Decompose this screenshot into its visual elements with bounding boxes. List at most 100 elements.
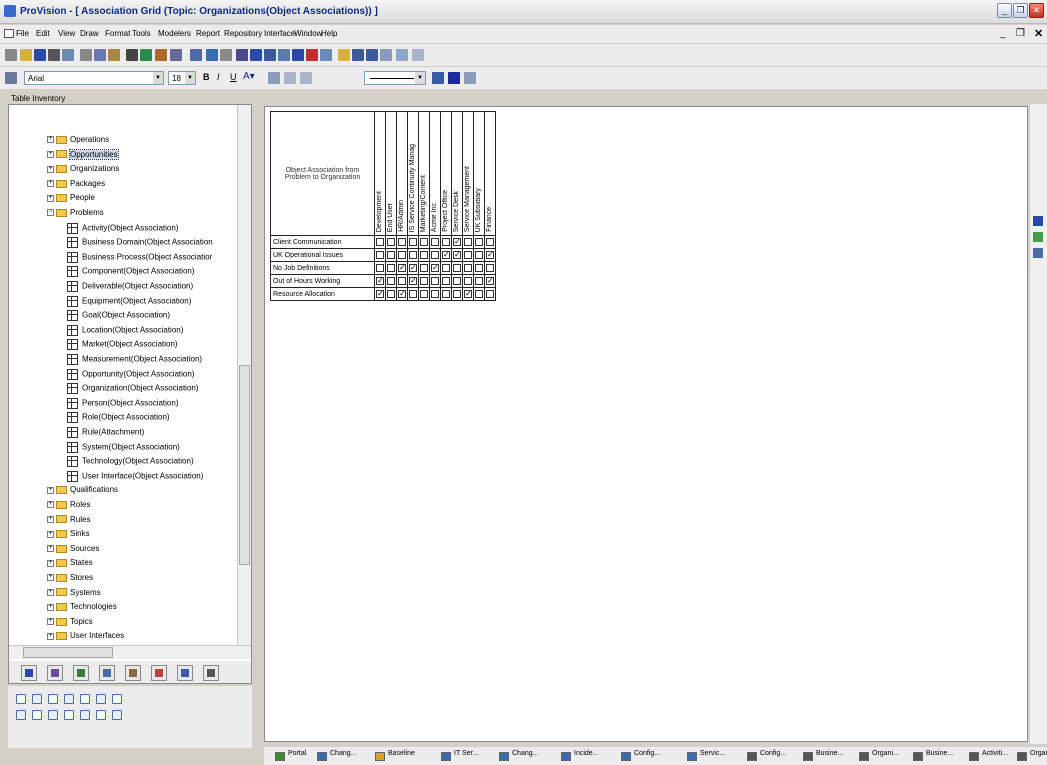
grid-row-header[interactable]: Client Communication — [270, 235, 375, 249]
expand-toggle-icon[interactable]: + — [47, 150, 54, 158]
italic-icon[interactable]: I — [217, 72, 220, 82]
tree-item[interactable]: + Sinks — [47, 529, 90, 543]
expand-toggle-icon[interactable]: + — [47, 559, 54, 567]
menu-modelers[interactable]: Modelers — [158, 29, 191, 38]
palette-shape-icon[interactable] — [32, 710, 42, 720]
association-checkbox[interactable]: ✓ — [464, 290, 472, 298]
expand-toggle-icon[interactable]: − — [47, 209, 54, 217]
expand-toggle-icon[interactable]: + — [47, 486, 54, 494]
tree-item[interactable]: + Qualifications — [47, 485, 118, 499]
tree-item[interactable]: Location(Object Association) — [67, 324, 183, 339]
panel-tab-icon[interactable] — [151, 665, 167, 681]
association-checkbox[interactable] — [376, 251, 384, 259]
properties-icon[interactable] — [1033, 248, 1043, 258]
shadow-icon[interactable] — [464, 72, 476, 84]
association-checkbox[interactable]: ✓ — [398, 264, 406, 272]
expand-toggle-icon[interactable]: + — [47, 194, 54, 202]
association-checkbox[interactable] — [453, 264, 461, 272]
grid-column-header[interactable]: Project Office — [440, 111, 452, 236]
grid-column-header[interactable]: Marketing/Content — [418, 111, 430, 236]
document-tab[interactable]: Chang... — [316, 750, 356, 764]
panel-tab-icon[interactable] — [47, 665, 63, 681]
association-checkbox[interactable]: ✓ — [376, 277, 384, 285]
association-checkbox[interactable] — [376, 238, 384, 246]
association-checkbox[interactable]: ✓ — [486, 251, 494, 259]
association-checkbox[interactable] — [453, 290, 461, 298]
document-tab[interactable]: Config... — [620, 750, 660, 764]
association-checkbox[interactable] — [431, 277, 439, 285]
expand-toggle-icon[interactable]: + — [47, 618, 54, 626]
spell-icon[interactable] — [140, 49, 152, 61]
new-icon[interactable] — [5, 49, 17, 61]
expand-toggle-icon[interactable]: + — [47, 530, 54, 538]
association-checkbox[interactable]: ✓ — [453, 238, 461, 246]
association-checkbox[interactable] — [464, 264, 472, 272]
association-checkbox[interactable] — [475, 290, 483, 298]
document-tab[interactable]: Activiti... — [968, 750, 1008, 764]
association-checkbox[interactable] — [442, 238, 450, 246]
expand-toggle-icon[interactable]: + — [47, 501, 54, 509]
association-checkbox[interactable] — [431, 238, 439, 246]
association-checkbox[interactable] — [420, 290, 428, 298]
document-tab[interactable]: Organi... — [858, 750, 899, 764]
tree-item[interactable]: + States — [47, 558, 93, 572]
grid-row-header[interactable]: UK Operational Issues — [270, 248, 375, 262]
menu-file[interactable]: File — [16, 29, 29, 38]
palette-shape-icon[interactable] — [80, 694, 90, 704]
association-checkbox[interactable] — [442, 277, 450, 285]
association-checkbox[interactable] — [453, 277, 461, 285]
document-tab[interactable]: IT Ser... — [440, 750, 478, 764]
line-style-select[interactable]: ▼ — [364, 71, 426, 85]
line-weight-icon[interactable] — [284, 72, 296, 84]
tree-item[interactable]: Activity(Object Association) — [67, 222, 178, 237]
snap-icon[interactable] — [412, 49, 424, 61]
tree-item[interactable]: + Systems — [47, 588, 101, 602]
association-checkbox[interactable] — [442, 290, 450, 298]
panel-tab-icon[interactable] — [21, 665, 37, 681]
document-tab[interactable]: Incide... — [560, 750, 599, 764]
tree-item[interactable]: Organization(Object Association) — [67, 383, 199, 397]
association-checkbox[interactable] — [464, 277, 472, 285]
palette-shape-icon[interactable] — [112, 710, 122, 720]
menu-tools[interactable]: Tools — [132, 29, 151, 38]
expand-toggle-icon[interactable]: + — [47, 603, 54, 611]
insert-icon[interactable] — [170, 49, 182, 61]
expand-toggle-icon[interactable]: + — [47, 136, 54, 144]
palette-shape-icon[interactable] — [48, 710, 58, 720]
layers-icon[interactable] — [278, 49, 290, 61]
style-icon[interactable] — [5, 72, 17, 84]
palette-shape-icon[interactable] — [96, 694, 106, 704]
menu-repository[interactable]: Repository — [224, 29, 262, 38]
document-tab[interactable]: Chang... — [498, 750, 538, 764]
association-checkbox[interactable] — [387, 251, 395, 259]
tree-item[interactable]: + People — [47, 193, 95, 207]
palette-shape-icon[interactable] — [48, 694, 58, 704]
tree-item[interactable]: + Organizations — [47, 164, 119, 178]
find-icon[interactable] — [126, 49, 138, 61]
palette-shape-icon[interactable] — [16, 710, 26, 720]
document-tab[interactable]: Baseline — [374, 750, 415, 764]
grid-column-header[interactable]: Acme Inc — [429, 111, 441, 236]
cut-icon[interactable] — [80, 49, 92, 61]
grid-row-header[interactable]: Resource Allocation — [270, 287, 375, 301]
document-tab[interactable]: Servic... — [686, 750, 725, 764]
bold-icon[interactable]: B — [203, 72, 210, 82]
underline-icon[interactable]: U — [230, 72, 237, 82]
minimize-button[interactable]: _ — [997, 3, 1012, 18]
tree-item[interactable]: Business Domain(Object Association — [67, 237, 213, 251]
grid-view-icon[interactable] — [1033, 216, 1043, 226]
association-checkbox[interactable]: ✓ — [453, 251, 461, 259]
menu-report[interactable]: Report — [196, 29, 220, 38]
tree-item[interactable]: + Topics — [47, 617, 93, 631]
align-icon[interactable] — [432, 72, 444, 84]
expand-toggle-icon[interactable]: + — [47, 574, 54, 582]
association-checkbox[interactable]: ✓ — [431, 264, 439, 272]
expand-toggle-icon[interactable]: + — [47, 180, 54, 188]
tree-item[interactable]: + Sources — [47, 544, 99, 558]
grid-column-header[interactable]: Service Management — [462, 111, 474, 236]
grid-column-header[interactable]: Development — [374, 111, 386, 236]
tree-item[interactable]: + User Interfaces — [47, 631, 124, 645]
document-tab[interactable]: Portal — [274, 750, 306, 764]
association-checkbox[interactable] — [442, 264, 450, 272]
paste-icon[interactable] — [108, 49, 120, 61]
